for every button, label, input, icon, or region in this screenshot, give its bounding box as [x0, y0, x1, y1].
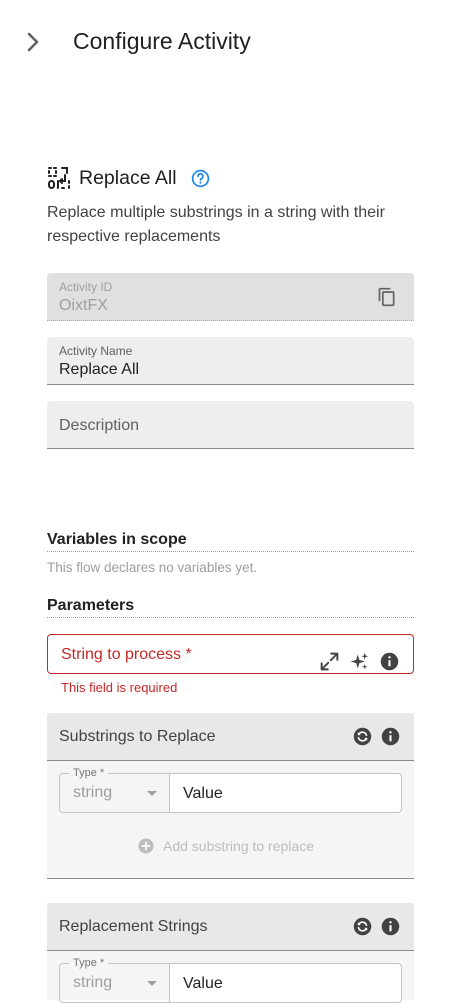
chevron-down-icon — [147, 981, 157, 986]
info-icon[interactable] — [380, 916, 401, 937]
parameters-heading: Parameters — [47, 597, 414, 618]
copy-icon[interactable] — [377, 287, 397, 307]
add-circle-icon — [137, 837, 155, 855]
replacement-type-select[interactable]: Type * string — [59, 957, 170, 1003]
activity-name-label: Activity Name — [59, 344, 133, 358]
type-value: string — [73, 974, 113, 991]
substrings-panel-header: Substrings to Replace — [47, 713, 414, 761]
type-value: string — [73, 784, 113, 801]
sparkle-icon[interactable] — [349, 651, 370, 672]
info-icon[interactable] — [380, 726, 401, 747]
collapse-panel-button[interactable] — [22, 30, 44, 54]
substring-type-select[interactable]: Type * string — [59, 767, 170, 813]
activity-name-value[interactable]: Replace All — [59, 361, 139, 379]
replacements-title: Replacement Strings — [59, 918, 208, 935]
string-to-process-label: String to process * — [61, 646, 192, 663]
activity-id-value: OixtFX — [59, 297, 108, 314]
substrings-title: Substrings to Replace — [59, 728, 216, 745]
replacements-panel-header: Replacement Strings — [47, 903, 414, 951]
chevron-down-icon — [147, 791, 157, 796]
variables-heading: Variables in scope — [47, 531, 414, 552]
variables-note: This flow declares no variables yet. — [47, 560, 258, 575]
refresh-icon[interactable] — [352, 726, 373, 747]
refresh-icon[interactable] — [352, 916, 373, 937]
add-substring-button[interactable]: Add substring to replace — [137, 837, 314, 855]
description-placeholder: Description — [59, 417, 140, 434]
string-to-process-field[interactable]: String to process * — [47, 634, 414, 674]
chevron-right-icon — [22, 30, 44, 54]
substrings-panel: Substrings to Replace Type * string Valu… — [47, 713, 414, 879]
type-label: Type * — [69, 957, 109, 969]
value-text: Value — [183, 975, 223, 992]
expand-icon[interactable] — [319, 651, 340, 672]
description-field[interactable]: Description — [47, 401, 414, 449]
page-title: Configure Activity — [73, 28, 251, 54]
value-text: Value — [183, 785, 223, 802]
help-circle-icon[interactable] — [191, 169, 210, 188]
string-to-process-error: This field is required — [61, 680, 178, 695]
type-label: Type * — [69, 767, 109, 779]
replacement-value-input[interactable]: Value — [169, 963, 402, 1003]
add-substring-label: Add substring to replace — [163, 838, 314, 854]
substring-value-input[interactable]: Value — [169, 773, 402, 813]
replace-all-icon — [47, 166, 71, 190]
activity-id-field: Activity ID OixtFX — [47, 273, 414, 321]
activity-description: Replace multiple substrings in a string … — [47, 204, 385, 245]
activity-id-label: Activity ID — [59, 280, 113, 294]
replacements-panel: Replacement Strings Type * string Value — [47, 903, 414, 1003]
activity-title: Replace All — [79, 167, 177, 189]
info-icon[interactable] — [379, 651, 400, 672]
activity-name-field[interactable]: Activity Name Replace All — [47, 337, 414, 385]
